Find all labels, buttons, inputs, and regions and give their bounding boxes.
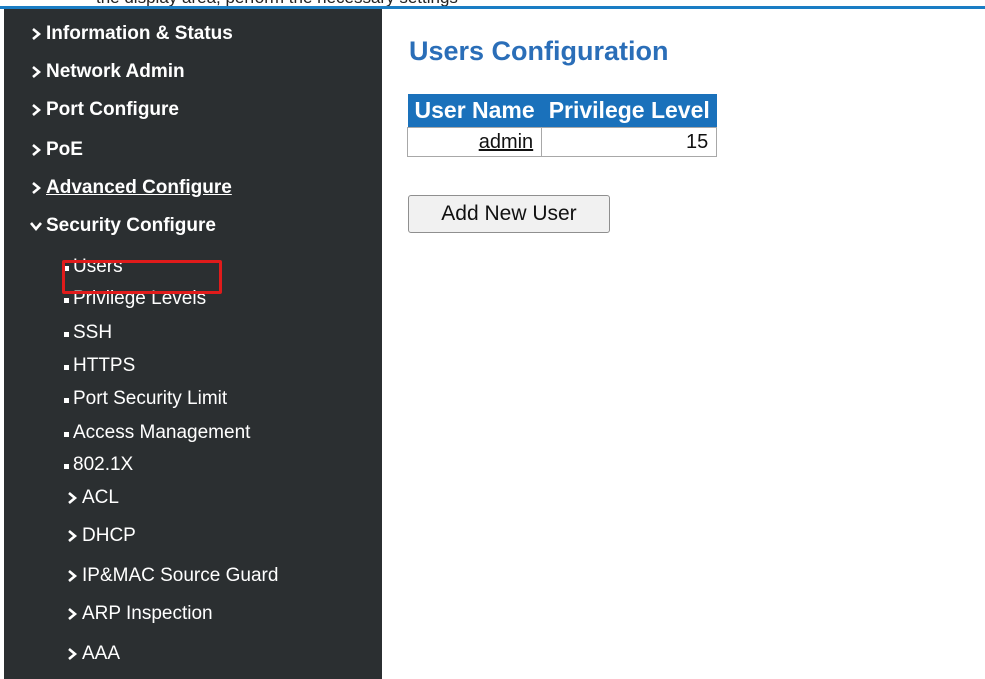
chevron-right-icon [28, 180, 44, 196]
sidebar: Information & Status Network Admin Port … [4, 9, 382, 679]
users-table: User Name Privilege Level admin 15 [406, 94, 718, 157]
sidebar-subitem-802-1x[interactable]: 802.1X [64, 454, 133, 476]
add-new-user-button[interactable]: Add New User [408, 195, 610, 233]
sidebar-subitem-port-security-limit[interactable]: Port Security Limit [64, 388, 227, 410]
chevron-right-icon [64, 646, 80, 662]
sidebar-subitem-label: HTTPS [73, 355, 136, 376]
user-name-cell: admin [406, 127, 543, 157]
chevron-right-icon [28, 142, 44, 158]
sidebar-subitem-label: 802.1X [73, 454, 134, 475]
sidebar-subitem-https[interactable]: HTTPS [64, 355, 135, 377]
sidebar-subgroup-arp-inspection[interactable]: ARP Inspection [64, 603, 213, 625]
sidebar-item-label: PoE [46, 139, 83, 160]
sidebar-item-security-configure[interactable]: Security Configure [28, 215, 216, 237]
sidebar-item-label: Advanced Configure [46, 177, 232, 198]
sidebar-subitem-label: Access Management [73, 422, 251, 443]
chevron-right-icon [64, 568, 80, 584]
sidebar-subgroup-label: AAA [82, 643, 121, 664]
user-name-link[interactable]: admin [479, 131, 533, 153]
chevron-right-icon [28, 26, 44, 42]
sidebar-item-label: Information & Status [46, 23, 233, 44]
column-header-user-name: User Name [407, 94, 542, 128]
sidebar-item-label: Port Configure [46, 99, 179, 120]
sidebar-subgroup-acl[interactable]: ACL [64, 487, 119, 509]
sidebar-item-label: Network Admin [46, 61, 185, 82]
chevron-down-icon [28, 218, 44, 234]
sidebar-subgroup-label: ARP Inspection [82, 603, 213, 624]
privilege-level-cell: 15 [541, 127, 718, 157]
sidebar-item-information-status[interactable]: Information & Status [28, 23, 233, 45]
sidebar-subitem-label: Port Security Limit [73, 388, 228, 409]
top-instruction-strip: the display area, perform the necessary … [0, 0, 985, 9]
sidebar-item-poe[interactable]: PoE [28, 139, 83, 161]
sidebar-item-port-configure[interactable]: Port Configure [28, 99, 179, 121]
sidebar-subitem-ssh[interactable]: SSH [64, 322, 112, 344]
bullet-icon [64, 431, 69, 437]
sidebar-subgroup-label: DHCP [82, 525, 136, 546]
users-highlight-box [62, 260, 222, 294]
column-header-privilege-level: Privilege Level [541, 94, 717, 128]
sidebar-item-advanced-configure[interactable]: Advanced Configure [28, 177, 232, 199]
chevron-right-icon [28, 64, 44, 80]
chevron-right-icon [64, 606, 80, 622]
sidebar-subitem-access-management[interactable]: Access Management [64, 422, 250, 444]
sidebar-item-network-admin[interactable]: Network Admin [28, 61, 185, 83]
chevron-right-icon [64, 490, 80, 506]
sidebar-subgroup-label: ACL [82, 487, 119, 508]
chevron-right-icon [28, 102, 44, 118]
sidebar-subgroup-dhcp[interactable]: DHCP [64, 525, 136, 547]
sidebar-subitem-label: SSH [73, 322, 113, 343]
bullet-icon [64, 331, 69, 337]
sidebar-subgroup-ip-mac-source-guard[interactable]: IP&MAC Source Guard [64, 565, 278, 587]
sidebar-subgroup-label: IP&MAC Source Guard [82, 565, 279, 586]
sidebar-subgroup-aaa[interactable]: AAA [64, 643, 120, 665]
bullet-icon [64, 397, 69, 403]
chevron-right-icon [64, 528, 80, 544]
bullet-icon [64, 364, 69, 370]
table-header-row: User Name Privilege Level [407, 94, 717, 128]
bullet-icon [64, 463, 69, 469]
bullet-icon [64, 297, 69, 303]
page-title: Users Configuration [409, 36, 669, 66]
table-row: admin 15 [406, 127, 718, 157]
sidebar-item-label: Security Configure [46, 215, 216, 236]
